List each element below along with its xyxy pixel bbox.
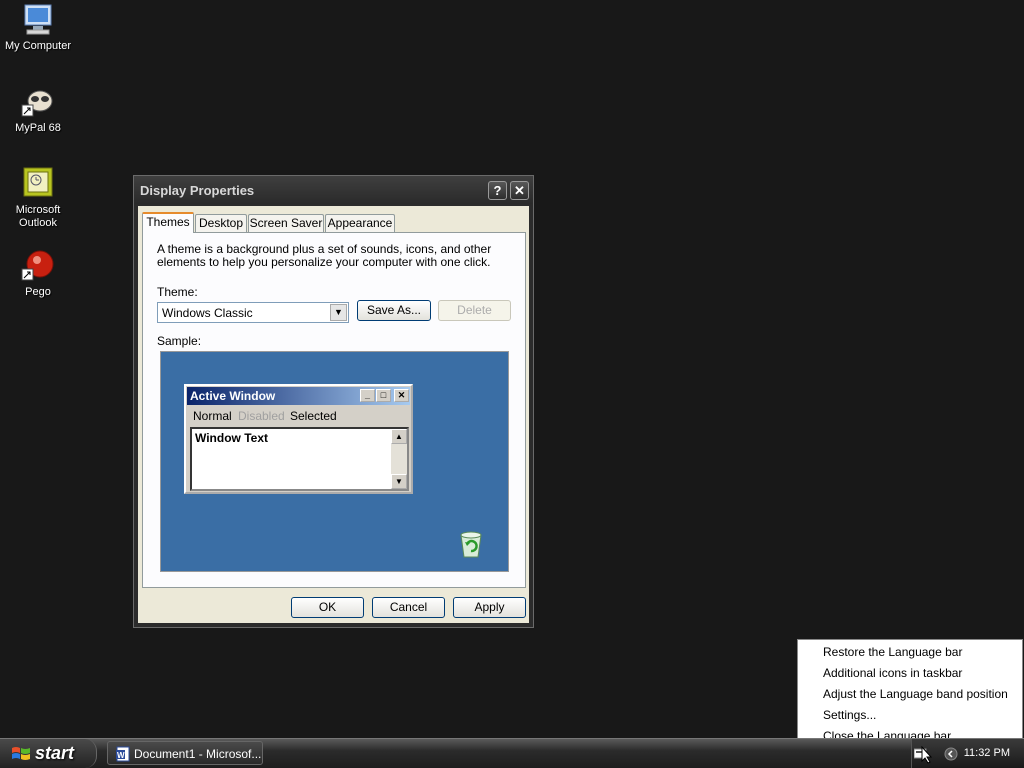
taskbar-button-label: Document1 - Microsof... [134,747,262,761]
desktop-icon-mypal[interactable]: MyPal 68 [0,84,76,135]
scroll-down-icon: ▼ [391,474,407,489]
sample-menu-disabled: Disabled [238,409,285,423]
desktop-icon-label: Microsoft Outlook [15,204,61,229]
recycle-bin-icon [458,530,484,558]
tab-appearance[interactable]: Appearance [325,214,395,232]
sample-active-window: Active Window _ □ ✕ Normal Disabled Sele… [184,384,413,494]
minimize-icon: _ [360,389,375,402]
outlook-icon [21,166,55,200]
start-button[interactable]: start [0,739,97,768]
themes-panel: A theme is a background plus a set of so… [142,232,526,588]
system-tray: 11:32 PM [911,739,1024,768]
windows-logo-icon [11,745,31,768]
taskbar-button-document1[interactable]: W Document1 - Microsof... [107,741,263,765]
ok-button[interactable]: OK [291,597,364,618]
dialog-client-area: Themes Desktop Screen Saver Appearance A… [138,206,529,623]
language-bar-context-menu: Restore the Language bar Additional icon… [797,639,1023,745]
sample-menu-normal: Normal [193,409,232,423]
sample-menu-selected: Selected [290,409,337,423]
theme-dropdown[interactable]: Windows Classic ▼ [157,302,349,323]
desktop-icon-label: MyPal 68 [15,122,61,134]
menu-item-adjust-band-position[interactable]: Adjust the Language band position [823,687,1008,701]
computer-icon [21,2,55,36]
sample-window-text: Window Text [195,431,268,445]
sample-window-titlebar: Active Window _ □ ✕ [187,387,410,405]
scroll-up-icon: ▲ [391,429,407,444]
theme-dropdown-value: Windows Classic [162,306,253,320]
menu-item-label: Settings... [823,708,877,722]
maximize-icon: □ [376,389,391,402]
word-document-icon: W [115,746,131,765]
menu-item-label: Additional icons in taskbar [823,666,963,680]
chevron-down-icon[interactable]: ▼ [330,304,347,321]
desktop-icon-my-computer[interactable]: My Computer [0,2,76,53]
clock[interactable]: 11:32 PM [964,747,1010,759]
delete-button[interactable]: Delete [438,300,511,321]
cancel-button[interactable]: Cancel [372,597,445,618]
sample-text-area: Window Text ▲ ▼ [190,427,409,491]
save-as-button[interactable]: Save As... [357,300,431,321]
tab-screen-saver[interactable]: Screen Saver [248,214,324,232]
theme-sample-preview: Active Window _ □ ✕ Normal Disabled Sele… [160,351,509,572]
raccoon-shortcut-icon [21,84,55,118]
svg-text:W: W [117,751,125,760]
desktop-icon-label: Pego [25,286,51,298]
mouse-cursor-icon [921,745,933,767]
tab-desktop[interactable]: Desktop [195,214,247,232]
sample-scrollbar: ▲ ▼ [391,429,407,489]
sample-window-title: Active Window [190,389,276,403]
menu-item-restore-language-bar[interactable]: Restore the Language bar [823,645,962,659]
desktop-icon-outlook[interactable]: Microsoft Outlook [0,166,76,230]
apply-button[interactable]: Apply [453,597,526,618]
desktop-icon-label: My Computer [4,40,72,52]
menu-item-label: Adjust the Language band position [823,687,1008,701]
menu-item-additional-icons[interactable]: Additional icons in taskbar [823,666,962,680]
start-label: start [35,743,75,763]
dialog-title: Display Properties [140,183,255,198]
taskbar: start W Document1 - Microsof... 11:32 PM [0,738,1024,768]
close-icon: ✕ [394,389,409,402]
close-button[interactable]: ✕ [510,181,529,200]
display-properties-dialog: Display Properties ? ✕ Themes Desktop Sc… [133,175,534,628]
theme-label: Theme: [157,285,198,299]
menu-item-label: Restore the Language bar [823,645,963,659]
help-button[interactable]: ? [488,181,507,200]
dialog-titlebar[interactable]: Display Properties ? ✕ [134,176,533,204]
theme-description: A theme is a background plus a set of so… [157,242,492,269]
pego-shortcut-icon [21,248,55,282]
menu-item-settings[interactable]: Settings... [823,708,876,722]
show-hidden-icons-icon[interactable] [944,747,958,764]
tab-themes[interactable]: Themes [142,212,194,233]
desktop-icon-pego[interactable]: Pego [0,248,76,299]
sample-label: Sample: [157,334,202,348]
